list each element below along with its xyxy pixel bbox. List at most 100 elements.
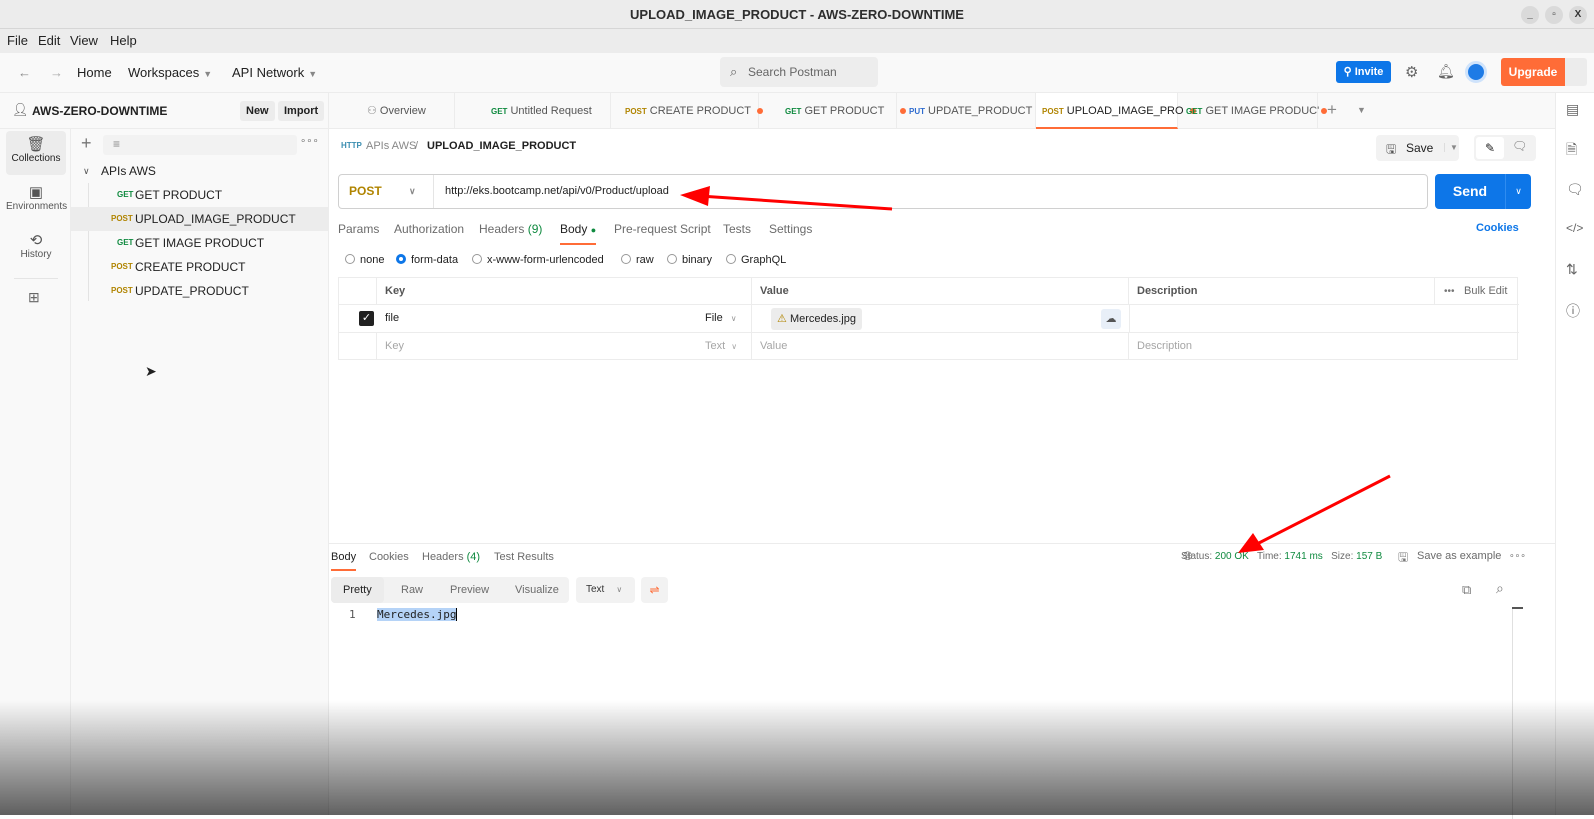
- tab-tests[interactable]: Tests: [723, 222, 751, 236]
- more-options-icon[interactable]: ∘∘∘: [1509, 550, 1526, 561]
- pencil-edit-icon[interactable]: ✎: [1476, 137, 1504, 159]
- response-tab-test-results[interactable]: Test Results: [494, 551, 554, 563]
- sidebar-item-get-product[interactable]: GET GET PRODUCT: [71, 183, 329, 207]
- tab-untitled-request[interactable]: GET Untitled Request: [455, 93, 611, 129]
- tab-create-product[interactable]: POST CREATE PRODUCT: [611, 93, 764, 129]
- sidebar-item-get-image-product[interactable]: GET GET IMAGE PRODUCT: [71, 231, 329, 255]
- rail-environments[interactable]: ▣ Environments: [6, 179, 67, 223]
- type-select[interactable]: Text ∨: [697, 333, 752, 360]
- description-input[interactable]: Description: [1129, 333, 1519, 360]
- radio-x-www-form-urlencoded[interactable]: x-www-form-urlencoded: [472, 254, 604, 266]
- add-collection-plus-icon[interactable]: +: [81, 133, 92, 154]
- menu-view[interactable]: View: [70, 33, 98, 48]
- wrap-lines-icon[interactable]: ⇌: [641, 577, 668, 603]
- collection-apis-aws[interactable]: ∨ APIs AWS: [71, 159, 329, 183]
- status-code[interactable]: 200 OK: [1215, 551, 1249, 562]
- value-input[interactable]: Value: [752, 333, 1129, 360]
- cookies-link[interactable]: Cookies: [1476, 222, 1519, 234]
- code-icon[interactable]: </>: [1566, 221, 1583, 235]
- key-input[interactable]: Key: [377, 333, 697, 360]
- rail-history[interactable]: ⟲ History: [6, 227, 66, 271]
- description-cell[interactable]: [1129, 305, 1519, 332]
- save-as-example-button[interactable]: Save as example: [1417, 550, 1501, 562]
- bell-icon[interactable]: 🔔︎: [1437, 63, 1455, 80]
- format-pretty[interactable]: Pretty: [331, 577, 384, 603]
- import-button[interactable]: Import: [278, 101, 325, 121]
- minimize-button[interactable]: _: [1521, 6, 1539, 24]
- scrollbar-thumb[interactable]: [1512, 607, 1523, 609]
- api-network-menu[interactable]: API Network ▼: [232, 65, 317, 80]
- row-enabled-checkbox[interactable]: ✓: [359, 311, 374, 326]
- back-arrow-icon[interactable]: ←: [18, 65, 31, 80]
- response-size[interactable]: 157 B: [1356, 551, 1382, 562]
- search-icon[interactable]: ⌕: [1496, 580, 1504, 597]
- tab-authorization[interactable]: Authorization: [394, 222, 464, 236]
- new-button[interactable]: New: [240, 101, 275, 121]
- radio-none[interactable]: none: [345, 254, 384, 266]
- response-tab-cookies[interactable]: Cookies: [369, 551, 409, 563]
- response-tab-headers[interactable]: Headers (4): [422, 551, 480, 563]
- menu-help[interactable]: Help: [110, 33, 137, 48]
- info-icon[interactable]: ⓘ: [1566, 301, 1580, 321]
- tab-get-product[interactable]: GET GET PRODUCT: [759, 93, 907, 129]
- response-time[interactable]: 1741 ms: [1284, 551, 1322, 562]
- comments-icon[interactable]: 🗨︎: [1566, 181, 1584, 198]
- response-tab-body[interactable]: Body: [331, 551, 357, 571]
- upgrade-dropdown[interactable]: [1565, 58, 1587, 86]
- gear-icon[interactable]: ⚙: [1405, 63, 1418, 81]
- send-button[interactable]: Send: [1435, 174, 1505, 209]
- send-options-chevron-icon[interactable]: ∨: [1505, 174, 1531, 209]
- configure-workbench-icon[interactable]: ⊞: [28, 289, 40, 306]
- tab-get-image-product[interactable]: GET GET IMAGE PRODUC': [1178, 93, 1328, 129]
- menu-file[interactable]: File: [7, 33, 28, 48]
- format-raw[interactable]: Raw: [389, 577, 435, 603]
- method-select[interactable]: POST ∨: [339, 175, 434, 208]
- sidebar-item-create-product[interactable]: POST CREATE PRODUCT: [71, 255, 329, 279]
- filter-input[interactable]: ≡: [103, 135, 297, 155]
- tab-pre-request-script[interactable]: Pre-request Script: [614, 222, 711, 236]
- search-input[interactable]: ⌕ Search Postman: [720, 57, 878, 87]
- save-button[interactable]: 🖫 Save ▼: [1376, 135, 1459, 161]
- forward-arrow-icon[interactable]: →: [50, 65, 63, 80]
- bulk-edit-link[interactable]: Bulk Edit: [1464, 278, 1507, 305]
- maximize-button[interactable]: ▫: [1545, 6, 1563, 24]
- response-divider[interactable]: [329, 543, 1555, 544]
- more-options-icon[interactable]: ∘∘∘: [300, 136, 319, 147]
- menu-edit[interactable]: Edit: [38, 33, 60, 48]
- sidebar-item-upload-image-product[interactable]: POST UPLOAD_IMAGE_PRODUCT: [71, 207, 329, 231]
- radio-binary[interactable]: binary: [667, 254, 712, 266]
- breadcrumb-parent[interactable]: APIs AWS: [366, 140, 416, 152]
- radio-form-data[interactable]: form-data: [396, 254, 458, 266]
- documentation-icon[interactable]: 🗎: [1566, 139, 1577, 163]
- new-tab-plus-icon[interactable]: +: [1327, 100, 1337, 120]
- tab-update-product[interactable]: PUT UPDATE_PRODUCT: [897, 93, 1045, 129]
- tab-overview[interactable]: ⚇ Overview: [329, 93, 455, 129]
- tab-upload-image-product[interactable]: POST UPLOAD_IMAGE_PRO: [1036, 93, 1196, 129]
- breadcrumb-current[interactable]: UPLOAD_IMAGE_PRODUCT: [427, 140, 576, 152]
- avatar[interactable]: [1465, 61, 1487, 83]
- cloud-upload-icon[interactable]: ☁: [1101, 309, 1121, 329]
- workspaces-menu[interactable]: Workspaces ▼: [128, 65, 212, 80]
- workspace-name[interactable]: AWS-ZERO-DOWNTIME: [32, 104, 167, 118]
- close-window-button[interactable]: X: [1569, 6, 1587, 24]
- related-collections-icon[interactable]: ⇅: [1566, 261, 1578, 278]
- type-select[interactable]: File ∨: [697, 305, 752, 332]
- radio-graphql[interactable]: GraphQL: [726, 254, 786, 266]
- chevron-down-icon[interactable]: ▼: [1444, 143, 1458, 152]
- copy-icon[interactable]: ⧉: [1462, 582, 1471, 598]
- tab-body[interactable]: Body ●: [560, 222, 597, 245]
- url-input[interactable]: http://eks.bootcamp.net/api/v0/Product/u…: [445, 175, 669, 208]
- rail-collections[interactable]: 🗑︎ Collections: [6, 131, 66, 175]
- tab-params[interactable]: Params: [338, 222, 379, 236]
- home-link[interactable]: Home: [77, 65, 112, 80]
- key-cell[interactable]: file: [377, 305, 697, 332]
- sidebar-item-update-product[interactable]: POST UPDATE_PRODUCT: [71, 279, 329, 303]
- tab-headers[interactable]: Headers (9): [479, 222, 542, 236]
- scrollbar-track[interactable]: [1512, 609, 1513, 819]
- more-options-icon[interactable]: •••: [1444, 278, 1455, 305]
- format-visualize[interactable]: Visualize: [503, 577, 571, 603]
- response-text[interactable]: Mercedes.jpg: [377, 608, 457, 621]
- content-type-select[interactable]: Text ∨: [576, 577, 635, 603]
- upgrade-button[interactable]: Upgrade: [1501, 58, 1565, 86]
- file-chip[interactable]: ⚠ Mercedes.jpg: [771, 308, 862, 330]
